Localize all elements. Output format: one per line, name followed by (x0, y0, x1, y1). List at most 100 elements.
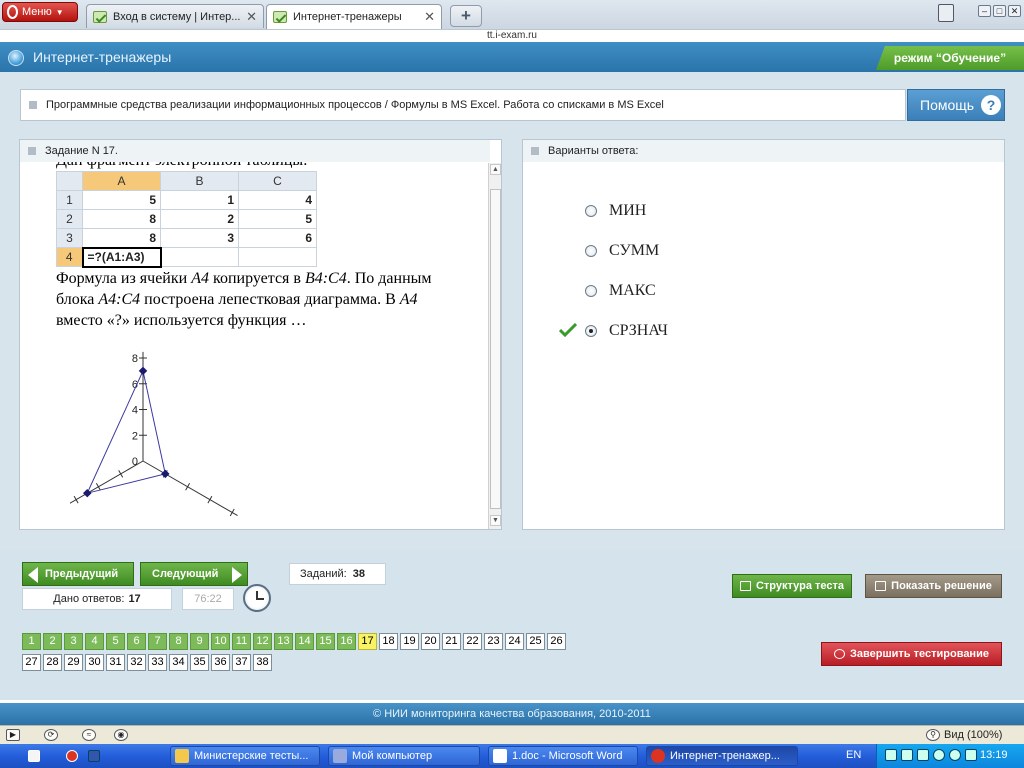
question-part: построена лепестковая диаграмма. В (140, 291, 400, 308)
nav-task-26[interactable]: 26 (547, 633, 566, 650)
panel-toggle-icon[interactable]: ▶ (6, 729, 20, 741)
zoom-level[interactable]: Вид (100%) (944, 729, 1002, 741)
runner-icon (834, 649, 846, 659)
nav-task-21[interactable]: 21 (442, 633, 461, 650)
nav-task-16[interactable]: 16 (337, 633, 356, 650)
window-close-button[interactable]: ✕ (1008, 5, 1021, 17)
tray-app-icon[interactable] (933, 749, 945, 761)
nav-task-38[interactable]: 38 (253, 654, 272, 671)
quicklaunch-icon[interactable] (88, 750, 100, 762)
settings-icon[interactable]: ◉ (114, 729, 128, 741)
nav-task-3[interactable]: 3 (64, 633, 83, 650)
nav-task-25[interactable]: 25 (526, 633, 545, 650)
structure-icon (739, 581, 751, 591)
nav-task-24[interactable]: 24 (505, 633, 524, 650)
taskbar-item-opera[interactable]: Интернет-тренажер... (646, 746, 798, 766)
answer-option-maks[interactable]: МАКС (585, 282, 656, 300)
show-solution-button[interactable]: Показать решение (865, 574, 1002, 598)
turbo-icon[interactable]: ≈ (82, 729, 96, 741)
address-bar[interactable]: tt.i-exam.ru (0, 29, 1024, 42)
answers-header-label: Варианты ответа: (548, 145, 639, 157)
close-icon[interactable]: ✕ (246, 9, 257, 25)
scroll-up-icon[interactable]: ▲ (490, 164, 501, 175)
radio-button[interactable] (585, 205, 597, 217)
zoom-icon[interactable]: ⚲ (926, 729, 940, 741)
nav-task-36[interactable]: 36 (211, 654, 230, 671)
finish-test-button[interactable]: Завершить тестирование (821, 642, 1002, 666)
previous-button[interactable]: Предыдущий (22, 562, 134, 586)
nav-task-20[interactable]: 20 (421, 633, 440, 650)
tab-trainers[interactable]: Интернет-тренажеры ✕ (266, 4, 442, 29)
nav-task-34[interactable]: 34 (169, 654, 188, 671)
nav-task-5[interactable]: 5 (106, 633, 125, 650)
nav-task-4[interactable]: 4 (85, 633, 104, 650)
radio-button[interactable] (585, 245, 597, 257)
nav-task-35[interactable]: 35 (190, 654, 209, 671)
nav-task-27[interactable]: 27 (22, 654, 41, 671)
nav-task-29[interactable]: 29 (64, 654, 83, 671)
nav-task-28[interactable]: 28 (43, 654, 62, 671)
nav-task-1[interactable]: 1 (22, 633, 41, 650)
nav-task-17[interactable]: 17 (358, 633, 377, 650)
tab-login[interactable]: Вход в систему | Интер... ✕ (86, 4, 264, 28)
nav-task-6[interactable]: 6 (127, 633, 146, 650)
nav-task-33[interactable]: 33 (148, 654, 167, 671)
nav-task-18[interactable]: 18 (379, 633, 398, 650)
nav-task-22[interactable]: 22 (463, 633, 482, 650)
volume-icon[interactable] (917, 749, 929, 761)
nav-task-37[interactable]: 37 (232, 654, 251, 671)
test-structure-button[interactable]: Структура теста (732, 574, 852, 598)
tray-app-icon[interactable] (885, 749, 897, 761)
taskbar-item-my-computer[interactable]: Мой компьютер (328, 746, 480, 766)
tasks-count-value: 38 (352, 568, 365, 580)
nav-task-30[interactable]: 30 (85, 654, 104, 671)
close-icon[interactable]: ✕ (424, 9, 435, 25)
nav-task-19[interactable]: 19 (400, 633, 419, 650)
scroll-thumb[interactable] (490, 189, 501, 509)
minimize-button[interactable]: – (978, 5, 991, 17)
next-button[interactable]: Следующий (140, 562, 248, 586)
nav-task-13[interactable]: 13 (274, 633, 293, 650)
nav-task-2[interactable]: 2 (43, 633, 62, 650)
question-text: Формула из ячейки A4 копируется в B4:C4.… (56, 268, 466, 331)
answer-option-min[interactable]: МИН (585, 202, 646, 220)
tab-label: Интернет-тренажеры (293, 11, 402, 23)
nav-task-31[interactable]: 31 (106, 654, 125, 671)
nav-task-8[interactable]: 8 (169, 633, 188, 650)
answer-option-summ[interactable]: СУММ (585, 242, 659, 260)
nav-task-14[interactable]: 14 (295, 633, 314, 650)
windows-logo-icon[interactable] (28, 750, 40, 762)
sheet-corner (56, 171, 83, 191)
opera-icon[interactable] (66, 750, 78, 762)
language-indicator[interactable]: EN (846, 749, 861, 761)
taskbar-item-word[interactable]: 1.doc - Microsoft Word (488, 746, 638, 766)
trash-icon[interactable] (938, 4, 954, 22)
taskbar-item-folder[interactable]: Министерские тесты... (170, 746, 320, 766)
nav-task-15[interactable]: 15 (316, 633, 335, 650)
nav-task-11[interactable]: 11 (232, 633, 251, 650)
tray-app-icon[interactable] (965, 749, 977, 761)
new-tab-button[interactable]: + (450, 5, 482, 27)
task-panel: Задание N 17. Дан фрагмент электронной т… (19, 139, 502, 530)
radio-button[interactable] (585, 285, 597, 297)
cell: 2 (160, 209, 239, 229)
nav-task-9[interactable]: 9 (190, 633, 209, 650)
scroll-down-icon[interactable]: ▼ (490, 515, 501, 526)
network-icon[interactable] (901, 749, 913, 761)
nav-task-7[interactable]: 7 (148, 633, 167, 650)
refresh-icon[interactable]: ⟳ (44, 729, 58, 741)
radio-button-selected[interactable] (585, 325, 597, 337)
help-button[interactable]: Помощь ? (907, 89, 1005, 121)
answer-option-srznach[interactable]: СРЗНАЧ (585, 322, 668, 340)
column-header: A (82, 171, 161, 191)
antivirus-icon[interactable] (949, 749, 961, 761)
opera-menu-button[interactable]: Меню ▼ (2, 2, 78, 22)
nav-task-23[interactable]: 23 (484, 633, 503, 650)
nav-task-10[interactable]: 10 (211, 633, 230, 650)
maximize-button[interactable]: □ (993, 5, 1006, 17)
tab-label: Вход в систему | Интер... (113, 10, 241, 23)
nav-task-32[interactable]: 32 (127, 654, 146, 671)
nav-task-12[interactable]: 12 (253, 633, 272, 650)
task-scrollbar[interactable]: ▲ ▼ (488, 163, 501, 529)
cell: 6 (238, 228, 317, 248)
